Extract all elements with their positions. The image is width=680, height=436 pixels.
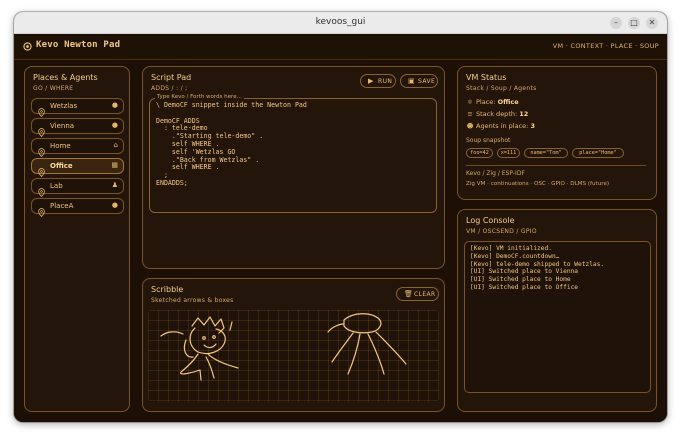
agents-icon: ☻ bbox=[466, 122, 474, 130]
places-subtitle: GO / WHERE bbox=[33, 85, 74, 92]
app-body: Kevo Newton Pad VM · CONTEXT · PLACE · S… bbox=[14, 34, 667, 422]
place-item-office[interactable]: Office ▦ bbox=[31, 158, 124, 178]
log-output[interactable]: [Kevo] VM initialized. [Kevo] DemoCF.cou… bbox=[464, 241, 651, 393]
scribble-subtitle: Sketched arrows & boxes bbox=[151, 297, 234, 304]
clear-label: CLEAR bbox=[414, 291, 436, 298]
vm-platform: Kevo / Zig / ESP-IDF bbox=[466, 170, 525, 177]
log-text: [Kevo] VM initialized. [Kevo] DemoCF.cou… bbox=[470, 245, 605, 291]
vm-features: Zig VM · continuations · OSC · GPIO · DL… bbox=[466, 181, 610, 187]
app-window: kevoos_gui – □ ✕ Kevo Newton Pad VM · CO… bbox=[14, 12, 667, 422]
place-label: Office bbox=[50, 162, 73, 170]
place-label: Vienna bbox=[50, 122, 75, 130]
scribble-drawing bbox=[160, 313, 407, 381]
vm-divider bbox=[466, 165, 646, 166]
soup-chip: place="Home" bbox=[572, 148, 624, 158]
run-label: RUN bbox=[378, 78, 393, 85]
trash-icon: 🗑 bbox=[404, 290, 414, 298]
soup-chip: x=111 bbox=[497, 148, 520, 158]
save-icon: ▣ bbox=[408, 77, 416, 85]
place-item-home[interactable]: Home ⌂ bbox=[31, 138, 124, 158]
save-label: SAVE bbox=[418, 78, 436, 85]
script-editor-placeholder: Type Kevo / Forth words here... bbox=[155, 94, 244, 100]
maximize-button[interactable]: □ bbox=[628, 17, 640, 29]
pin-icon bbox=[38, 122, 45, 138]
script-pad-title: Script Pad bbox=[151, 73, 192, 82]
pin-icon bbox=[38, 182, 45, 198]
vm-stack-value: 12 bbox=[519, 110, 529, 118]
scribble-canvas[interactable] bbox=[148, 310, 439, 402]
vm-place-label: Place: bbox=[476, 98, 496, 106]
clear-button[interactable]: 🗑 CLEAR bbox=[396, 287, 439, 301]
log-console-title: Log Console bbox=[466, 216, 515, 225]
save-button[interactable]: ▣ SAVE bbox=[400, 74, 438, 88]
vm-place-row: ⌾ Place: Office bbox=[466, 98, 519, 107]
building-icon: ▦ bbox=[111, 161, 118, 169]
minimize-button[interactable]: – bbox=[610, 17, 622, 29]
vm-stack-label: Stack depth: bbox=[476, 110, 518, 118]
run-button[interactable]: ▶ RUN bbox=[360, 74, 396, 88]
pin-icon bbox=[38, 202, 45, 218]
vm-place-value: Office bbox=[497, 98, 519, 106]
header-nav[interactable]: VM · CONTEXT · PLACE · SOUP bbox=[553, 42, 659, 50]
place-label: Home bbox=[50, 142, 71, 150]
home-icon: ⌂ bbox=[113, 141, 118, 149]
vm-status-title: VM Status bbox=[466, 73, 507, 82]
soup-chip: foo=42 bbox=[466, 148, 493, 158]
places-title: Places & Agents bbox=[33, 73, 98, 82]
window-titlebar: kevoos_gui – □ ✕ bbox=[14, 12, 667, 34]
log-console-subtitle: VM / OSCSEND / GPIO bbox=[466, 228, 537, 235]
app-brand: Kevo Newton Pad bbox=[36, 40, 121, 50]
flask-icon: ♟ bbox=[111, 181, 118, 189]
dot-icon: ● bbox=[111, 121, 118, 129]
vm-stack-row: ≡ Stack depth: 12 bbox=[466, 110, 528, 118]
vm-agents-row: ☻ Agents in place: 3 bbox=[466, 122, 535, 130]
script-pad-panel: Script Pad ADDS / : / ; ▶ RUN ▣ SAVE Typ… bbox=[142, 66, 445, 269]
stack-icon: ≡ bbox=[467, 110, 473, 118]
logo-icon bbox=[23, 42, 32, 51]
vm-status-panel: VM Status Stack / Soup / Agents ⌾ Place: … bbox=[457, 66, 657, 200]
script-code[interactable]: \ DemoCF snippet inside the Newton Pad D… bbox=[156, 101, 436, 188]
app-header: Kevo Newton Pad VM · CONTEXT · PLACE · S… bbox=[14, 34, 667, 60]
place-label: Wetzlas bbox=[50, 102, 78, 110]
pin-icon bbox=[38, 162, 45, 178]
place-item-wetzlas[interactable]: Wetzlas ● bbox=[31, 98, 124, 118]
soup-snapshot-title: Soup snapshot bbox=[466, 137, 511, 144]
dot-icon: ● bbox=[111, 201, 118, 209]
script-pad-subtitle: ADDS / : / ; bbox=[151, 85, 188, 92]
vm-agents-value: 3 bbox=[530, 122, 535, 130]
vm-agents-label: Agents in place: bbox=[476, 122, 529, 130]
soup-chip: name="Tom" bbox=[524, 148, 568, 158]
window-title: kevoos_gui bbox=[315, 17, 366, 27]
scribble-panel: Scribble Sketched arrows & boxes 🗑 CLEAR bbox=[142, 278, 445, 412]
scribble-title: Scribble bbox=[151, 285, 184, 294]
place-label: Lab bbox=[50, 182, 63, 190]
place-item-placea[interactable]: PlaceA ● bbox=[31, 198, 124, 218]
vm-status-subtitle: Stack / Soup / Agents bbox=[466, 85, 537, 92]
place-label: PlaceA bbox=[50, 202, 74, 210]
pin-icon: ⌾ bbox=[468, 98, 472, 106]
dot-icon: ● bbox=[111, 101, 118, 109]
pin-icon bbox=[38, 102, 45, 118]
places-panel: Places & Agents GO / WHERE Wetzlas ● Vienn… bbox=[24, 66, 130, 412]
place-item-vienna[interactable]: Vienna ● bbox=[31, 118, 124, 138]
close-button[interactable]: ✕ bbox=[646, 17, 658, 29]
place-item-lab[interactable]: Lab ♟ bbox=[31, 178, 124, 198]
log-console-panel: Log Console VM / OSCSEND / GPIO [Kevo] V… bbox=[457, 209, 657, 412]
play-icon: ▶ bbox=[368, 77, 374, 85]
pin-icon bbox=[38, 142, 45, 158]
